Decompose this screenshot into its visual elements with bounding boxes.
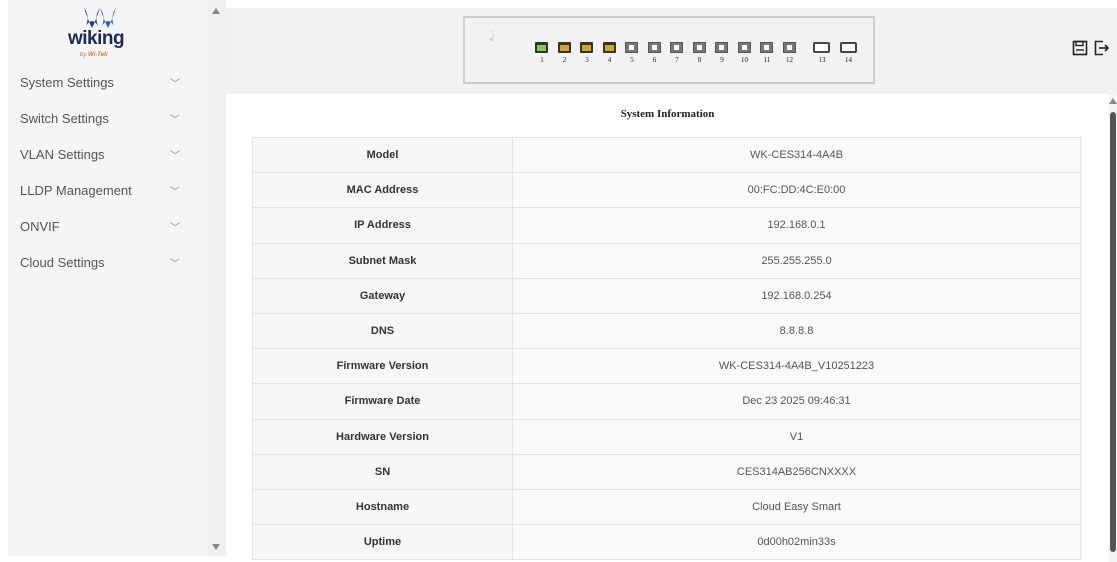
port-8-icon[interactable]	[692, 42, 706, 53]
sidebar: wiking by Wi-Tek System Settings ﹀ Switch…	[8, 0, 208, 556]
port-number: 3	[585, 56, 589, 64]
port-number: 9	[720, 56, 724, 64]
sidebar-item-vlan-settings[interactable]: VLAN Settings ﹀	[8, 136, 208, 172]
port-12-icon[interactable]	[782, 42, 796, 53]
row-label: Uptime	[252, 524, 513, 561]
row-label: Subnet Mask	[252, 242, 513, 279]
table-row: Model WK-CES314-4A4B	[252, 136, 1081, 174]
sidebar-item-label: Cloud Settings	[20, 254, 105, 270]
table-row: DNS 8.8.8.8	[252, 312, 1081, 350]
port-4-icon[interactable]	[602, 42, 616, 53]
chevron-down-icon: ﹀	[170, 78, 180, 90]
row-label: MAC Address	[252, 172, 513, 209]
port-5-icon[interactable]	[625, 42, 638, 53]
port-9-icon[interactable]	[715, 42, 728, 53]
row-value: Dec 23 2025 09:46:31	[512, 383, 1081, 420]
port-number: 12	[786, 56, 793, 64]
chevron-down-icon: ﹀	[170, 222, 180, 234]
table-row: IP Address 192.168.0.1	[252, 207, 1081, 244]
row-value: 0d00h02min33s	[512, 524, 1081, 561]
row-value: WK-CES314-4A4B	[512, 136, 1081, 174]
row-value: Cloud Easy Smart	[512, 488, 1081, 526]
port-3-icon[interactable]	[580, 42, 593, 53]
sidebar-item-label: Switch Settings	[20, 110, 109, 126]
scroll-up-arrow-icon[interactable]	[212, 8, 220, 14]
scrollbar-thumb[interactable]	[1110, 112, 1116, 552]
row-value: WK-CES314-4A4B_V10251223	[512, 348, 1081, 385]
row-label: DNS	[252, 312, 513, 350]
row-label: Model	[252, 136, 513, 174]
row-label: Gateway	[252, 277, 513, 314]
port-number: 14	[845, 56, 852, 64]
table-row: MAC Address 00:FC:DD:4C:E0:00	[252, 172, 1081, 209]
sidebar-item-label: VLAN Settings	[20, 146, 105, 162]
save-icon[interactable]	[1072, 40, 1088, 56]
table-row: SN CES314AB256CNXXXX	[252, 453, 1081, 490]
port-number: 8	[697, 56, 702, 64]
table-row: Uptime 0d00h02min33s	[252, 524, 1081, 561]
table-row: Hostname Cloud Easy Smart	[252, 488, 1081, 526]
switch-front-panel: ⋮ ∘ 1 2 3 4 5 6 7 8 9 10 11 12 13 14	[463, 16, 875, 84]
panel-led-dots: ⋮ ∘	[489, 30, 497, 44]
sidebar-item-label: System Settings	[20, 74, 114, 90]
port-1-icon[interactable]	[535, 42, 548, 53]
chevron-down-icon: ﹀	[170, 114, 180, 126]
row-value: 255.255.255.0	[512, 242, 1081, 279]
chevron-down-icon: ﹀	[170, 258, 180, 270]
port-number: 2	[562, 56, 567, 64]
port-number: 6	[652, 56, 657, 64]
port-number: 11	[763, 56, 771, 64]
sidebar-menu: System Settings ﹀ Switch Settings ﹀ VLAN S…	[8, 64, 208, 280]
row-value: 192.168.0.254	[512, 277, 1081, 314]
sidebar-item-label: ONVIF	[20, 218, 60, 234]
table-row: Firmware Version WK-CES314-4A4B_V10251223	[252, 348, 1081, 385]
port-7-icon[interactable]	[670, 42, 683, 53]
sidebar-item-system-settings[interactable]: System Settings ﹀	[8, 64, 208, 100]
port-number: 1	[540, 56, 544, 64]
row-label: IP Address	[252, 207, 513, 244]
row-value: V1	[512, 418, 1081, 455]
sidebar-item-cloud-settings[interactable]: Cloud Settings ﹀	[8, 244, 208, 280]
scroll-down-arrow-icon[interactable]	[212, 544, 220, 550]
port-number: 4	[607, 56, 612, 64]
sidebar-item-label: LLDP Management	[20, 182, 132, 198]
main-content: System Information Model WK-CES314-4A4B MA…	[226, 94, 1109, 562]
port-6-icon[interactable]	[647, 42, 661, 53]
table-row: Hardware Version V1	[252, 418, 1081, 455]
port-number: 10	[741, 56, 748, 64]
row-label: Firmware Version	[252, 348, 513, 385]
sidebar-item-onvif[interactable]: ONVIF ﹀	[8, 208, 208, 244]
sidebar-scrollbar[interactable]	[208, 0, 226, 556]
sidebar-item-lldp-management[interactable]: LLDP Management ﹀	[8, 172, 208, 208]
table-row: Firmware Date Dec 23 2025 09:46:31	[252, 383, 1081, 420]
port-number: 13	[818, 56, 826, 64]
sidebar-item-switch-settings[interactable]: Switch Settings ﹀	[8, 100, 208, 136]
row-value: CES314AB256CNXXXX	[512, 453, 1081, 490]
port-11-icon[interactable]	[760, 42, 773, 53]
scroll-up-arrow-icon[interactable]	[1109, 98, 1117, 104]
page-title: System Information	[620, 108, 715, 120]
row-label: Hardware Version	[252, 418, 513, 455]
row-label: Hostname	[252, 488, 513, 526]
chevron-down-icon: ﹀	[170, 186, 180, 198]
brand-name: wiking	[68, 28, 125, 49]
port-13-icon[interactable]	[813, 42, 830, 53]
row-value: 192.168.0.1	[512, 207, 1081, 244]
port-number: 5	[630, 56, 634, 64]
port-14-icon[interactable]	[839, 42, 857, 53]
table-row: Gateway 192.168.0.254	[252, 277, 1081, 314]
brand-sub: by Wi-Tek	[80, 52, 108, 58]
row-value: 8.8.8.8	[512, 312, 1081, 350]
row-value: 00:FC:DD:4C:E0:00	[512, 172, 1081, 209]
table-row: Subnet Mask 255.255.255.0	[252, 242, 1081, 279]
port-number: 7	[675, 56, 679, 64]
port-2-icon[interactable]	[557, 42, 571, 53]
port-10-icon[interactable]	[737, 42, 751, 53]
row-label: SN	[252, 453, 513, 490]
logout-icon[interactable]	[1094, 40, 1110, 56]
system-info-table: Model WK-CES314-4A4B MAC Address 00:FC:DD:4…	[252, 136, 1081, 561]
chevron-down-icon: ﹀	[170, 150, 180, 162]
row-label: Firmware Date	[252, 383, 513, 420]
